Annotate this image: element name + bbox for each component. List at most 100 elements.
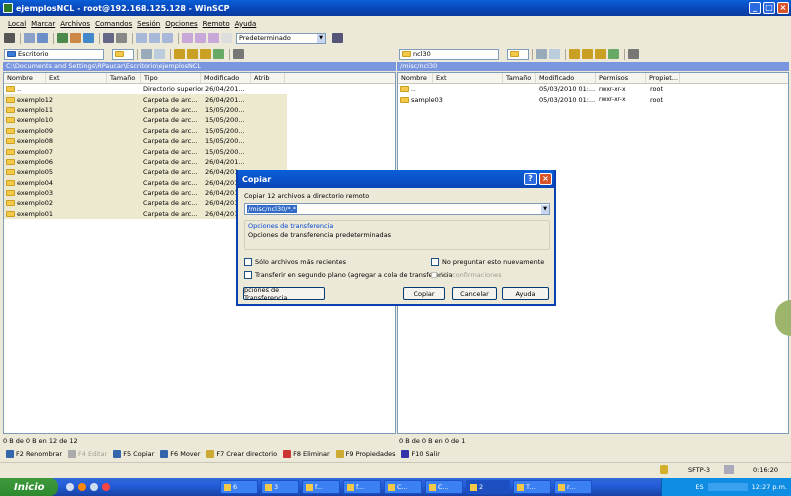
rcol-propietario[interactable]: Propiet... bbox=[646, 73, 680, 83]
rcol-ext[interactable]: Ext bbox=[433, 73, 503, 83]
task-button[interactable]: 3 bbox=[261, 480, 299, 494]
fkey-item[interactable]: F9 Propiedades bbox=[335, 449, 395, 458]
menu-local[interactable]: Local bbox=[8, 20, 26, 28]
maximize-button[interactable]: □ bbox=[763, 2, 775, 14]
gear-icon[interactable] bbox=[4, 33, 15, 43]
task-button[interactable]: 6 bbox=[220, 480, 258, 494]
col-nombre[interactable]: Nombre bbox=[4, 73, 46, 83]
target-dropdown-icon[interactable]: ▼ bbox=[541, 204, 549, 214]
rcol-tamano[interactable]: Tamaño bbox=[503, 73, 536, 83]
no-ask-checkbox[interactable]: No preguntar esto nuevamente bbox=[431, 258, 544, 266]
right-back-icon[interactable] bbox=[536, 49, 547, 59]
root-dir-icon[interactable] bbox=[187, 49, 198, 59]
left-location-select[interactable]: Escritorio bbox=[4, 48, 104, 60]
right-home-dir-icon[interactable] bbox=[595, 49, 606, 59]
menu-remoto[interactable]: Remoto bbox=[203, 20, 230, 28]
col-modificado[interactable]: Modificado bbox=[201, 73, 251, 83]
right-refresh-icon[interactable] bbox=[608, 49, 619, 59]
table-row[interactable]: exemplo08 Carpeta de arc... 15/05/200... bbox=[4, 135, 287, 147]
filter2-icon[interactable] bbox=[195, 33, 206, 43]
parent-dir-icon[interactable] bbox=[174, 49, 185, 59]
refresh-icon[interactable] bbox=[83, 33, 94, 43]
cancel-button[interactable]: Cancelar bbox=[452, 287, 497, 300]
rcol-permisos[interactable]: Permisos bbox=[596, 73, 646, 83]
no-confirm-checkbox[interactable]: Sin confirmaciones bbox=[431, 271, 502, 279]
table-row[interactable]: exemplo09 Carpeta de arc... 15/05/200... bbox=[4, 125, 287, 136]
fkey-item[interactable]: F6 Mover bbox=[160, 449, 200, 458]
table-row[interactable]: exemplo10 Carpeta de arc... 15/05/200... bbox=[4, 115, 287, 126]
help-icon[interactable]: ? bbox=[524, 173, 537, 185]
refresh-dir-icon[interactable] bbox=[213, 49, 224, 59]
unselect-icon[interactable] bbox=[149, 33, 160, 43]
quicklaunch-icon[interactable] bbox=[66, 483, 74, 491]
col-tipo[interactable]: Tipo bbox=[141, 73, 201, 83]
col-ext[interactable]: Ext bbox=[46, 73, 107, 83]
table-row[interactable]: exemplo12 Carpeta de arc... 26/04/201... bbox=[4, 94, 287, 105]
task-button[interactable]: T... bbox=[513, 480, 551, 494]
compare-icon[interactable] bbox=[24, 33, 35, 43]
col-tamano[interactable]: Tamaño bbox=[107, 73, 141, 83]
fkey-item[interactable]: F4 Editar bbox=[68, 449, 107, 458]
task-button[interactable]: f... bbox=[343, 480, 381, 494]
table-row[interactable]: sample03 05/03/2010 01:... rwxr-xr-x root bbox=[398, 94, 788, 104]
invert-icon[interactable] bbox=[162, 33, 173, 43]
menu-opciones[interactable]: Opciones bbox=[165, 20, 197, 28]
tray-icons[interactable] bbox=[707, 483, 748, 491]
background-checkbox[interactable]: Transferir en segundo plano (agregar a c… bbox=[244, 271, 453, 279]
firefox-icon[interactable] bbox=[78, 483, 86, 491]
sync-icon[interactable] bbox=[37, 33, 48, 43]
forward-icon[interactable] bbox=[154, 49, 165, 59]
queue-icon[interactable] bbox=[57, 33, 68, 43]
history-icon[interactable] bbox=[221, 33, 232, 43]
fkey-item[interactable]: F8 Eliminar bbox=[283, 449, 330, 458]
putty-icon[interactable] bbox=[116, 33, 127, 43]
table-row[interactable]: exemplo06 Carpeta de arc... 26/04/201... bbox=[4, 156, 287, 168]
back-icon[interactable] bbox=[141, 49, 152, 59]
right-open-dir[interactable] bbox=[507, 48, 529, 60]
transfer-preset-select[interactable]: Predeterminado ▼ bbox=[236, 32, 326, 44]
task-button[interactable]: C... bbox=[425, 480, 463, 494]
rcol-modificado[interactable]: Modificado bbox=[536, 73, 596, 83]
session-icon[interactable] bbox=[70, 33, 81, 43]
menu-marcar[interactable]: Marcar bbox=[31, 20, 55, 28]
rcol-nombre[interactable]: Nombre bbox=[398, 73, 433, 83]
app-icon[interactable] bbox=[102, 483, 110, 491]
dialog-close-icon[interactable]: × bbox=[539, 173, 552, 185]
terminal-icon[interactable] bbox=[103, 33, 114, 43]
right-location-select[interactable]: ncl30 bbox=[399, 48, 499, 60]
menu-archivos[interactable]: Archivos bbox=[60, 20, 90, 28]
help-button[interactable]: Ayuda bbox=[502, 287, 549, 300]
task-button[interactable]: r... bbox=[554, 480, 592, 494]
table-row[interactable]: exemplo07 Carpeta de arc... 15/05/200... bbox=[4, 146, 287, 157]
menu-comandos[interactable]: Comandos bbox=[95, 20, 132, 28]
table-row[interactable]: exemplo11 Carpeta de arc... 15/05/200... bbox=[4, 104, 287, 116]
minimize-button[interactable]: _ bbox=[749, 2, 761, 14]
start-button[interactable]: Inicio bbox=[0, 478, 58, 496]
find-icon[interactable] bbox=[233, 49, 244, 59]
transfer-options-button[interactable]: pciones de Transferencia bbox=[243, 286, 325, 302]
language-indicator[interactable]: ES bbox=[695, 483, 703, 491]
col-atrib[interactable]: Atrib bbox=[251, 73, 285, 83]
right-root-dir-icon[interactable] bbox=[582, 49, 593, 59]
fkey-item[interactable]: F2 Renombrar bbox=[6, 449, 62, 458]
fkey-item[interactable]: F5 Copiar bbox=[113, 449, 154, 458]
filter-icon[interactable] bbox=[182, 33, 193, 43]
preset-settings-icon[interactable] bbox=[332, 33, 343, 43]
right-parent-dir-icon[interactable] bbox=[569, 49, 580, 59]
task-button[interactable]: f... bbox=[302, 480, 340, 494]
filter3-icon[interactable] bbox=[208, 33, 219, 43]
fkey-item[interactable]: F7 Crear directorio bbox=[206, 449, 277, 458]
home-dir-icon[interactable] bbox=[200, 49, 211, 59]
left-open-dir[interactable] bbox=[112, 48, 134, 60]
table-row[interactable]: .. Directorio superior 26/04/201... bbox=[4, 84, 287, 94]
target-directory-input[interactable]: /misc/ncl30/*.* ▼ bbox=[244, 203, 550, 215]
task-button[interactable]: C... bbox=[384, 480, 422, 494]
select-icon[interactable] bbox=[136, 33, 147, 43]
right-forward-icon[interactable] bbox=[549, 49, 560, 59]
task-button[interactable]: 2 bbox=[466, 480, 510, 494]
menu-ayuda[interactable]: Ayuda bbox=[235, 20, 257, 28]
table-row[interactable]: .. 05/03/2010 01:... rwxr-xr-x root bbox=[398, 84, 788, 94]
ie-icon[interactable] bbox=[90, 483, 98, 491]
fkey-item[interactable]: F10 Salir bbox=[401, 449, 440, 458]
recent-only-checkbox[interactable]: Sólo archivos más recientes bbox=[244, 258, 346, 266]
